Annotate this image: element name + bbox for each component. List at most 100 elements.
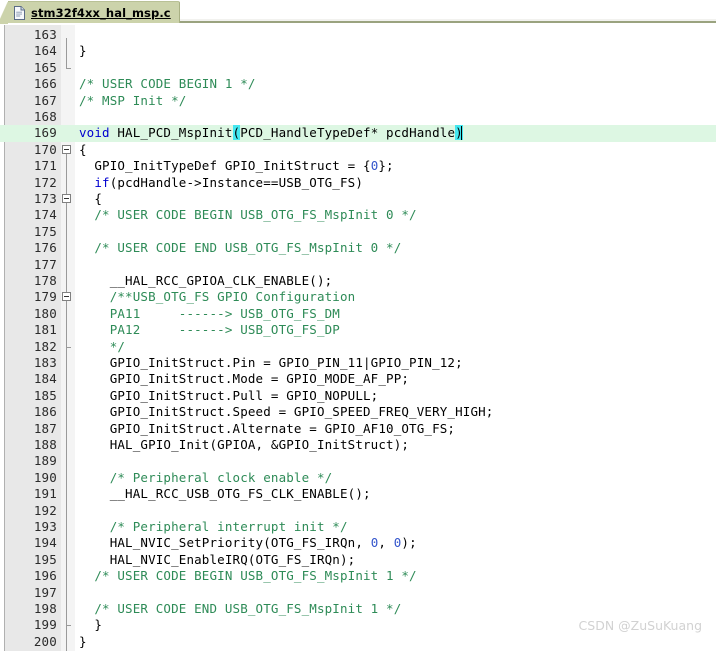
- fold-collapse-button[interactable]: [62, 194, 71, 203]
- code-token: HAL_NVIC_SetPriority(OTG_FS_IRQn,: [79, 535, 371, 551]
- code-line-text[interactable]: void HAL_PCD_MspInit(PCD_HandleTypeDef* …: [79, 125, 463, 141]
- code-line-text[interactable]: /* USER CODE BEGIN 1 */: [79, 76, 256, 92]
- code-token: );: [401, 535, 417, 551]
- code-comment: /* MSP Init */: [79, 92, 187, 108]
- code-line-text[interactable]: GPIO_InitStruct.Mode = GPIO_MODE_AF_PP;: [79, 371, 409, 387]
- code-line-text[interactable]: __HAL_RCC_USB_OTG_FS_CLK_ENABLE();: [79, 486, 371, 502]
- code-line-text[interactable]: GPIO_InitStruct.Pull = GPIO_NOPULL;: [79, 387, 379, 404]
- code-line-text[interactable]: GPIO_InitStruct.Alternate = GPIO_AF10_OT…: [79, 421, 455, 437]
- fold-collapse-button[interactable]: [62, 144, 71, 154]
- code-token: HAL_PCD_MspInit: [109, 125, 233, 141]
- line-number: 195: [33, 551, 57, 567]
- line-number: 182: [33, 338, 57, 354]
- editor-body[interactable]: 163 164} 165 166 /* USER CODE BEGIN 1 */ 167 /…: [0, 25, 716, 651]
- code-line-text[interactable]: /* USER CODE BEGIN USB_OTG_FS_MspInit 0 …: [79, 207, 417, 223]
- code-line-text[interactable]: PA12 ------> USB_OTG_FS_DP: [79, 322, 340, 338]
- line-number: 174: [33, 207, 57, 223]
- fold-end-tick: [66, 346, 71, 348]
- fold-guide-line: [66, 38, 67, 68]
- code-line-text[interactable]: }: [79, 617, 102, 633]
- line-number: 165: [33, 59, 57, 75]
- code-comment: /* USER CODE END USB_OTG_FS_MspInit 1 */: [79, 601, 402, 616]
- code-line-text[interactable]: /* USER CODE BEGIN USB_OTG_FS_MspInit 1 …: [79, 568, 417, 584]
- code-line-text[interactable]: HAL_GPIO_Init(GPIOA, &GPIO_InitStruct);: [79, 437, 409, 453]
- line-number: 176: [33, 240, 57, 256]
- line-number: 166: [33, 76, 57, 92]
- code-line-text[interactable]: GPIO_InitStruct.Speed = GPIO_SPEED_FREQ_…: [79, 404, 494, 420]
- code-line-text[interactable]: /* USER CODE END USB_OTG_FS_MspInit 1 */: [79, 601, 401, 617]
- code-comment: /* USER CODE END USB_OTG_FS_MspInit 0 */: [79, 240, 402, 256]
- line-number: 183: [33, 355, 57, 370]
- code-comment: PA11 ------> USB_OTG_FS_DM: [79, 305, 340, 321]
- line-number: 190: [33, 469, 57, 485]
- document-icon: [14, 5, 25, 20]
- line-number: 188: [33, 437, 57, 452]
- code-line-row: [0, 224, 716, 240]
- code-comment: /* USER CODE BEGIN USB_OTG_FS_MspInit 1 …: [79, 568, 417, 584]
- line-number: 196: [33, 568, 57, 584]
- line-number: 189: [33, 453, 57, 469]
- code-token: }: [79, 617, 103, 633]
- code-token: HAL_GPIO_Init(GPIOA, &GPIO_InitStruct);: [79, 437, 410, 452]
- fold-collapse-button[interactable]: [62, 292, 71, 302]
- text-caret: [460, 126, 462, 141]
- code-comment: /* USER CODE BEGIN USB_OTG_FS_MspInit 0 …: [79, 207, 417, 223]
- code-line-text[interactable]: HAL_NVIC_SetPriority(OTG_FS_IRQn, 0, 0);: [79, 535, 417, 551]
- line-number: 192: [33, 502, 57, 518]
- line-number: 163: [33, 27, 57, 42]
- code-line-text[interactable]: {: [79, 142, 87, 158]
- code-token: GPIO_InitStruct.Pull = GPIO_NOPULL;: [79, 387, 379, 403]
- code-token: GPIO_InitStruct.Speed = GPIO_SPEED_FREQ_…: [79, 404, 494, 420]
- code-line-text[interactable]: /**USB_OTG_FS GPIO Configuration: [79, 289, 355, 305]
- code-line-row: [0, 585, 716, 601]
- code-line-text[interactable]: /* USER CODE END USB_OTG_FS_MspInit 0 */: [79, 240, 401, 256]
- code-token: }: [79, 43, 87, 59]
- code-line-text[interactable]: PA11 ------> USB_OTG_FS_DM: [79, 306, 340, 322]
- line-number: 171: [33, 158, 57, 174]
- code-line-row: [0, 191, 716, 207]
- code-line-row: [0, 257, 716, 273]
- line-number: 164: [33, 43, 57, 59]
- line-number: 172: [33, 174, 57, 190]
- line-number: 173: [33, 191, 57, 206]
- code-token: HAL_NVIC_EnableIRQ(OTG_FS_IRQn);: [79, 551, 356, 567]
- line-number: 198: [33, 601, 57, 616]
- code-line-text[interactable]: }: [79, 43, 87, 59]
- code-line-text[interactable]: GPIO_InitStruct.Pin = GPIO_PIN_11|GPIO_P…: [79, 355, 463, 371]
- line-number: 185: [33, 387, 57, 403]
- matching-bracket: ): [455, 125, 463, 141]
- code-comment: /* Peripheral interrupt init */: [79, 519, 348, 534]
- code-line-text[interactable]: HAL_NVIC_EnableIRQ(OTG_FS_IRQn);: [79, 552, 355, 568]
- code-line-text[interactable]: {: [79, 191, 102, 207]
- code-token: {: [79, 141, 87, 157]
- watermark: CSDN @ZuSuKuang: [578, 618, 702, 633]
- line-number: 180: [33, 305, 57, 321]
- code-line-text[interactable]: }: [79, 634, 87, 650]
- line-number: 178: [33, 273, 57, 288]
- code-token: };: [378, 158, 394, 174]
- code-line-text[interactable]: /* MSP Init */: [79, 93, 186, 109]
- code-line-text[interactable]: if(pcdHandle->Instance==USB_OTG_FS): [79, 175, 363, 191]
- line-number: 184: [33, 371, 57, 387]
- code-line-text[interactable]: __HAL_RCC_GPIOA_CLK_ENABLE();: [79, 273, 332, 289]
- code-token: GPIO_InitStruct.Alternate = GPIO_AF10_OT…: [79, 420, 456, 436]
- code-line-text[interactable]: */: [79, 339, 125, 355]
- code-editor-window: stm32f4xx_hal_msp.c 163 164} 165 166 /* USER…: [0, 0, 716, 651]
- code-line-row: [0, 109, 716, 125]
- code-line-text[interactable]: /* Peripheral clock enable */: [79, 470, 332, 486]
- code-token: (pcdHandle->Instance==USB_OTG_FS): [109, 174, 364, 190]
- code-token: }: [79, 633, 87, 649]
- code-keyword: void: [79, 125, 110, 141]
- line-number: 187: [33, 420, 57, 436]
- code-line-row: [0, 60, 716, 76]
- line-number: 197: [33, 584, 57, 600]
- line-number: 168: [33, 109, 57, 124]
- code-line-row: [0, 142, 716, 158]
- code-line-text[interactable]: /* Peripheral interrupt init */: [79, 519, 348, 535]
- code-line-row: [0, 453, 716, 469]
- code-line-text[interactable]: GPIO_InitTypeDef GPIO_InitStruct = {0};: [79, 158, 394, 174]
- tab-stm32f4xx-hal-msp-c[interactable]: stm32f4xx_hal_msp.c: [0, 1, 180, 24]
- code-token: GPIO_InitTypeDef GPIO_InitStruct = {: [79, 158, 371, 174]
- line-number: 177: [33, 256, 57, 272]
- code-token: PCD_HandleTypeDef* pcdHandle: [240, 125, 456, 141]
